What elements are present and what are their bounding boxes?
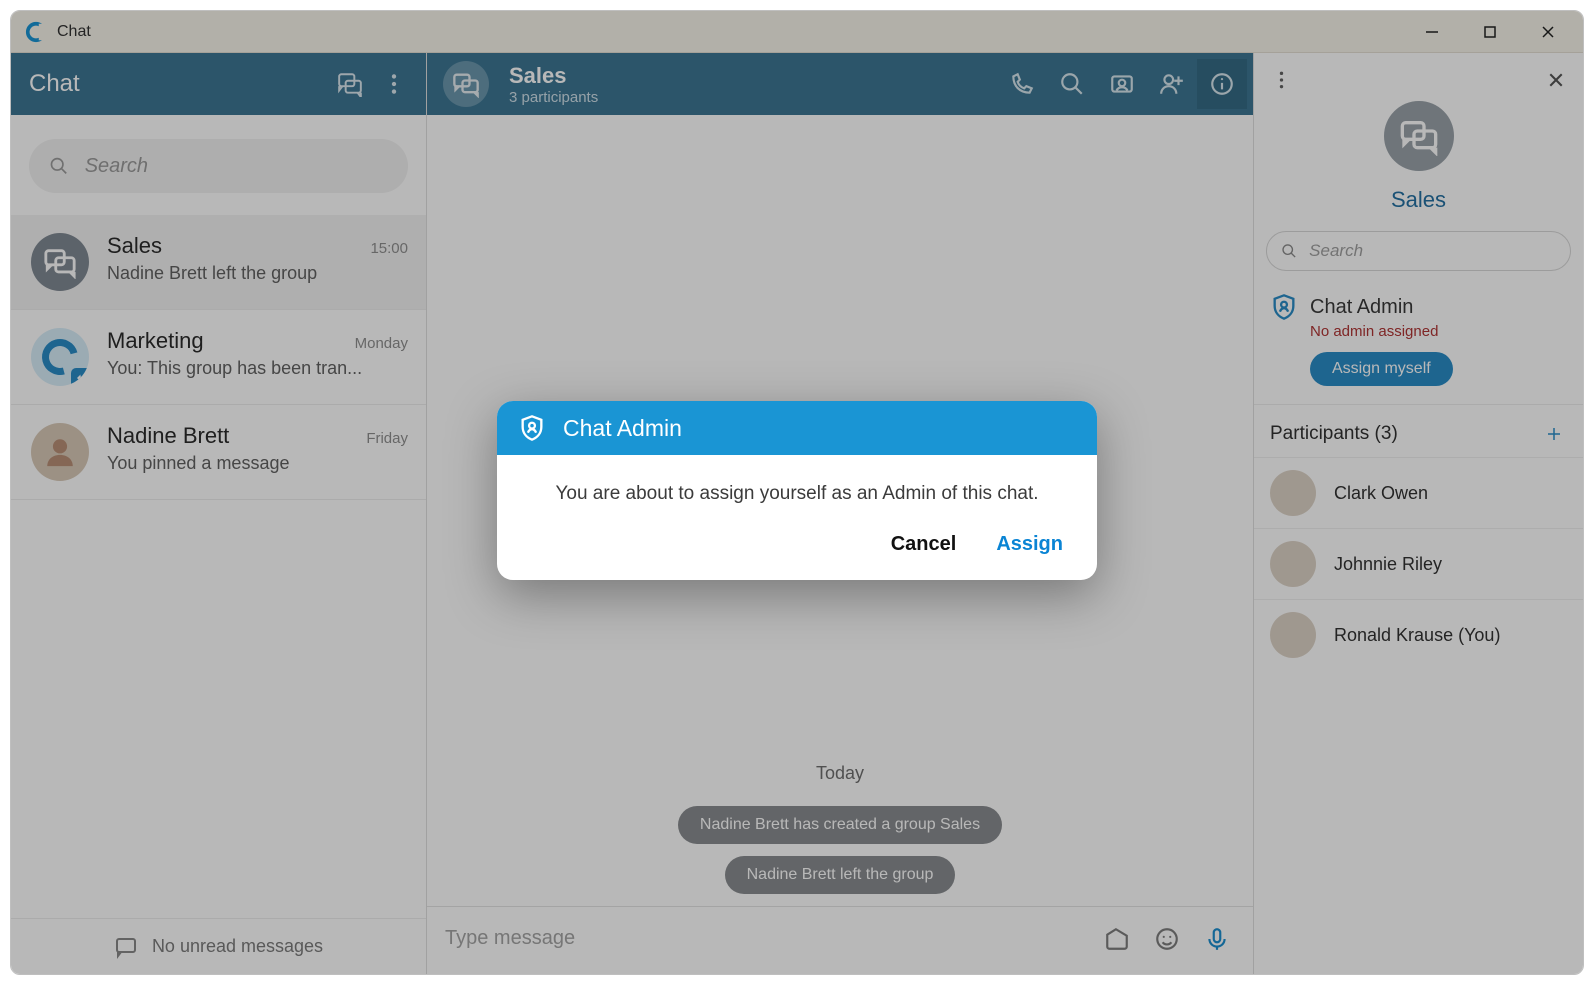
dialog-title: Chat Admin xyxy=(563,415,682,442)
dialog-header: Chat Admin xyxy=(497,401,1097,455)
modal-overlay: Chat Admin You are about to assign yours… xyxy=(11,11,1583,974)
app-window: Chat Chat xyxy=(10,10,1584,975)
shield-icon xyxy=(517,413,547,443)
chat-admin-dialog: Chat Admin You are about to assign yours… xyxy=(497,401,1097,580)
cancel-button[interactable]: Cancel xyxy=(891,533,957,556)
assign-button[interactable]: Assign xyxy=(996,533,1063,556)
dialog-body: You are about to assign yourself as an A… xyxy=(497,455,1097,511)
dialog-actions: Cancel Assign xyxy=(497,511,1097,580)
